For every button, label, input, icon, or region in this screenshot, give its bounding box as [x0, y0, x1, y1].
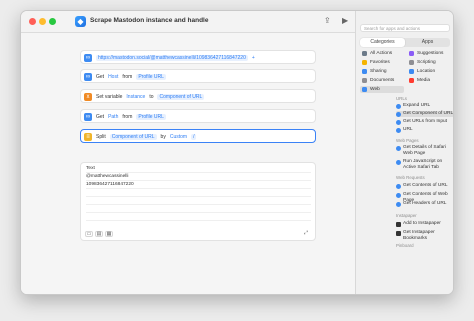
gallery-view-icon[interactable]: ▦ [105, 231, 113, 237]
from-label: from [122, 74, 133, 80]
action-item[interactable]: Get Details of Safari Web Page [396, 145, 453, 157]
variable-name[interactable]: Instance [126, 94, 145, 100]
action-editor: ∞ https://mastodon.social/@matthewcassin… [21, 33, 355, 294]
input-variable[interactable]: Profile URL [136, 74, 166, 80]
list-view-icon[interactable]: ▭ [85, 231, 93, 237]
section-title: Instapaper [396, 213, 417, 218]
suggestions-icon [409, 51, 414, 56]
action-item[interactable]: Run JavaScript on Active Safari Tab [396, 159, 453, 171]
section-title: Web Requests [396, 175, 425, 180]
minimize-button[interactable] [39, 18, 46, 25]
tab-categories[interactable]: Categories [360, 38, 405, 47]
input-variable[interactable]: Component of URL [109, 134, 157, 140]
split-text-action[interactable]: ≡ Split Component of URL by Custom / [80, 129, 316, 143]
component-parameter[interactable]: Host [108, 74, 118, 80]
section-title: Pinboard [396, 243, 414, 248]
get-component-action[interactable]: ∞ Get Path from Profile URL [80, 109, 316, 123]
documents-icon [362, 78, 367, 83]
action-verb: Get [96, 74, 105, 80]
action-item[interactable]: Get Instapaper Bookmarks [396, 230, 453, 242]
zoom-button[interactable] [49, 18, 56, 25]
link-icon [396, 127, 401, 133]
action-item[interactable]: URL [396, 127, 453, 133]
search-input[interactable]: Search for apps and actions [360, 24, 450, 32]
category-favorites[interactable]: Favorites [362, 60, 390, 65]
get-component-action[interactable]: ∞ Get Host from Profile URL [80, 69, 316, 83]
category-scripting[interactable]: Scripting [409, 60, 436, 65]
link-icon: ∞ [84, 113, 92, 121]
category-web[interactable]: Web [360, 86, 404, 93]
globe-icon [396, 183, 401, 189]
link-icon: ∞ [84, 54, 92, 62]
output-empty-line [86, 198, 311, 205]
to-label: to [149, 94, 154, 100]
input-variable[interactable]: Component of URL [157, 94, 205, 100]
category-sharing[interactable]: Sharing [362, 69, 387, 74]
sharing-icon [362, 69, 367, 74]
separator-parameter[interactable]: Custom [170, 134, 187, 140]
action-library-sidebar: Search for apps and actions Categories A… [355, 11, 453, 294]
action-item[interactable]: Add to Instapaper [396, 221, 453, 227]
output-line: @matthewcassinelli [86, 174, 311, 181]
from-label: from [122, 114, 133, 120]
safari-icon [396, 145, 401, 151]
component-parameter[interactable]: Path [108, 114, 118, 120]
output-empty-line [86, 206, 311, 213]
category-location[interactable]: Location [409, 69, 435, 74]
output-result-panel: Text @matthewcassinelli 1098364271168472… [80, 162, 316, 241]
close-button[interactable] [29, 18, 36, 25]
window-title: Scrape Mastodon instance and handle [90, 17, 209, 24]
category-suggestions[interactable]: Suggestions [409, 51, 443, 56]
category-media[interactable]: Media [409, 78, 430, 83]
web-icon [362, 87, 367, 92]
expand-icon[interactable]: ⤢ [302, 231, 310, 237]
share-icon[interactable]: ⇪ [324, 16, 331, 26]
output-line: 109836427116847220 [86, 182, 311, 189]
input-variable[interactable]: Profile URL [136, 114, 166, 120]
url-field[interactable]: https://mastodon.social/@matthewcassinel… [96, 55, 248, 61]
variable-icon: x [84, 93, 92, 101]
safari-icon [396, 159, 401, 165]
section-title: URLs [396, 96, 407, 101]
tab-apps[interactable]: Apps [405, 38, 450, 47]
link-icon [396, 103, 401, 109]
shortcut-editor-window: ◆ Scrape Mastodon instance and handle ⇪ … [20, 10, 454, 295]
action-verb: Split [96, 134, 106, 140]
scripting-icon [409, 60, 414, 65]
globe-icon [396, 192, 401, 198]
library-segmented-control: Categories Apps [360, 38, 450, 47]
output-line: Text [86, 166, 311, 173]
link-icon [396, 111, 401, 117]
media-icon [409, 78, 414, 83]
url-action[interactable]: ∞ https://mastodon.social/@matthewcassin… [80, 50, 316, 64]
instapaper-icon [396, 230, 401, 236]
star-icon [362, 60, 367, 65]
section-title: Web Pages [396, 138, 419, 143]
action-item[interactable]: Get Headers of URL [396, 201, 453, 207]
action-verb: Get [96, 114, 105, 120]
set-variable-action[interactable]: x Set variable Instance to Component of … [80, 89, 316, 103]
globe-icon [396, 201, 401, 207]
custom-separator-field[interactable]: / [191, 134, 197, 140]
text-icon: ≡ [84, 133, 92, 141]
all-actions-icon [362, 51, 367, 56]
add-url-button[interactable]: + [252, 55, 255, 61]
grid-view-icon[interactable]: ▤ [95, 231, 103, 237]
shortcuts-icon: ◆ [75, 16, 86, 27]
location-icon [409, 69, 414, 74]
instapaper-icon [396, 221, 401, 227]
action-item[interactable]: Get URLs from Input [396, 119, 453, 125]
output-empty-line [86, 214, 311, 221]
link-icon [396, 119, 401, 125]
action-item[interactable]: Expand URL [396, 103, 453, 109]
action-item[interactable]: Get Component of URL [396, 111, 453, 117]
play-icon[interactable]: ▶ [342, 16, 348, 26]
category-all-actions[interactable]: All Actions [362, 51, 392, 56]
action-verb: Set variable [96, 94, 123, 100]
by-label: by [160, 134, 166, 140]
category-documents[interactable]: Documents [362, 78, 394, 83]
action-item[interactable]: Get Contents of URL [396, 183, 453, 189]
output-empty-line [86, 190, 311, 197]
link-icon: ∞ [84, 73, 92, 81]
